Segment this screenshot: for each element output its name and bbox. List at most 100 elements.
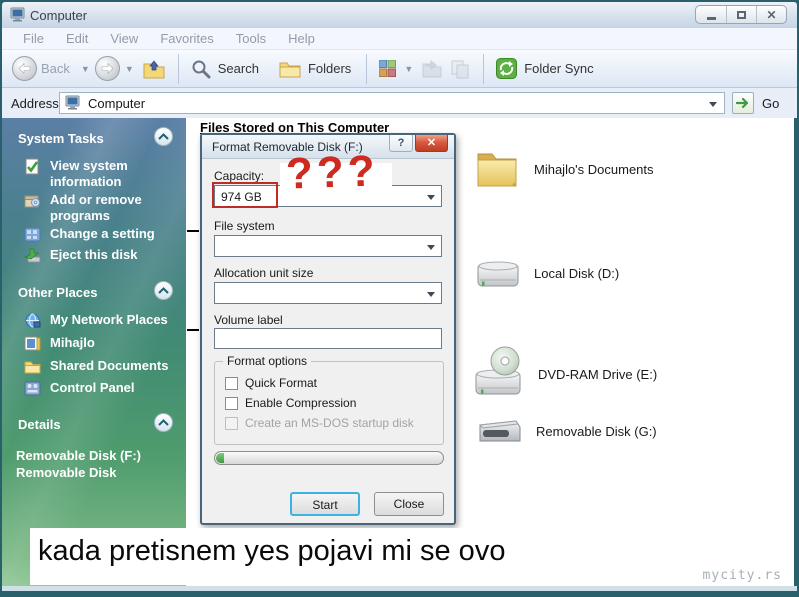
file-system-combobox[interactable]: [214, 235, 442, 257]
views-icon: [379, 60, 397, 77]
go-button[interactable]: [732, 92, 754, 114]
chevron-up-icon: [158, 287, 169, 294]
shared-documents-icon: [24, 361, 41, 374]
checkbox-unchecked[interactable]: [225, 376, 238, 390]
menu-view[interactable]: View: [99, 31, 149, 46]
close-button[interactable]: ✕: [756, 6, 786, 23]
back-dropdown-icon[interactable]: ▼: [81, 64, 90, 74]
start-button[interactable]: Start: [290, 492, 360, 516]
format-options-group: Format options Quick Format Enable Compr…: [214, 354, 444, 445]
minimize-icon: [706, 16, 716, 20]
menu-help[interactable]: Help: [277, 31, 326, 46]
sidebar-item-label: Change a setting: [50, 226, 155, 241]
capacity-label: Capacity:: [214, 169, 265, 183]
drive-item-local-disk-d[interactable]: Local Disk (D:): [476, 256, 619, 290]
volume-label-input[interactable]: [214, 328, 442, 349]
sidebar-item-label: My Network Places: [50, 312, 168, 327]
forward-button[interactable]: [94, 56, 120, 81]
folder-sync-button[interactable]: [496, 58, 518, 79]
views-dropdown-icon[interactable]: ▼: [404, 64, 413, 74]
address-value: Computer: [88, 95, 146, 111]
sidebar-item-add-remove-programs[interactable]: Add or remove programs: [24, 192, 174, 224]
sidebar-item-label: Control Panel: [50, 380, 135, 395]
close-dialog-button[interactable]: Close: [374, 492, 444, 516]
address-dropdown-icon[interactable]: [709, 102, 717, 107]
sidebar-item-shared-documents[interactable]: Shared Documents: [24, 358, 182, 375]
eject-disk-icon: [24, 248, 41, 263]
search-button[interactable]: [191, 59, 211, 79]
sidebar-item-change-a-setting[interactable]: Change a setting: [24, 226, 174, 243]
sidebar-item-label: View system information: [50, 158, 128, 189]
system-tasks-header: System Tasks: [18, 131, 104, 146]
quick-format-option[interactable]: Quick Format: [225, 376, 317, 390]
forward-dropdown-icon[interactable]: ▼: [125, 64, 134, 74]
minimize-button[interactable]: [696, 6, 726, 23]
dvd-drive-icon: [475, 346, 521, 395]
menu-tools[interactable]: Tools: [225, 31, 277, 46]
drive-item-mihajlos-documents[interactable]: Mihajlo's Documents: [474, 148, 654, 190]
drive-label: Mihajlo's Documents: [534, 161, 654, 177]
hard-disk-icon: [477, 261, 519, 287]
back-label: Back: [41, 61, 70, 76]
folder-sync-icon: [496, 58, 518, 79]
enable-compression-option[interactable]: Enable Compression: [225, 396, 356, 410]
up-button[interactable]: [142, 58, 166, 80]
user-folder-icon: [24, 336, 41, 351]
sidebar-item-view-system-information[interactable]: View system information: [24, 158, 174, 190]
toolbar: Back ▼ ▼ Search Folders ▼ Folder Sync: [2, 50, 797, 88]
drive-item-removable-g[interactable]: Removable Disk (G:): [474, 415, 657, 447]
details-drive-type: Removable Disk: [16, 465, 117, 480]
menu-file[interactable]: File: [12, 31, 55, 46]
msdos-startup-option: Create an MS-DOS startup disk: [225, 416, 414, 430]
format-progress-bar: [214, 451, 444, 465]
drive-item-dvd-ram-e[interactable]: DVD-RAM Drive (E:): [474, 346, 657, 402]
question-marks-annotation: ???: [285, 146, 380, 199]
maximize-button[interactable]: [726, 6, 756, 23]
title-bar[interactable]: Computer ✕: [2, 2, 797, 28]
search-icon: [192, 60, 211, 78]
other-places-collapse-button[interactable]: [154, 281, 173, 300]
forward-arrow-icon: [101, 63, 114, 74]
dropdown-icon[interactable]: [427, 195, 435, 200]
window-bottom-edge: [2, 586, 797, 591]
sidebar-item-control-panel[interactable]: Control Panel: [24, 380, 182, 397]
watermark: mycity.rs: [702, 568, 782, 583]
dropdown-icon[interactable]: [427, 292, 435, 297]
other-places-header: Other Places: [18, 285, 98, 300]
close-icon: ✕: [426, 137, 437, 149]
folder-sync-label[interactable]: Folder Sync: [524, 61, 593, 76]
sidebar-item-eject-this-disk[interactable]: Eject this disk: [24, 247, 174, 264]
details-collapse-button[interactable]: [154, 413, 173, 432]
folders-label[interactable]: Folders: [308, 61, 351, 76]
drive-label: Local Disk (D:): [534, 265, 620, 281]
file-system-label: File system: [214, 219, 275, 233]
views-button[interactable]: [379, 60, 397, 77]
removable-disk-icon: [478, 420, 521, 442]
maximize-icon: [737, 10, 746, 19]
allocation-combobox[interactable]: [214, 282, 442, 304]
dialog-close-button[interactable]: ✕: [415, 135, 448, 152]
dropdown-icon[interactable]: [427, 245, 435, 250]
toolbar-separator: [177, 53, 179, 84]
checkbox-unchecked[interactable]: [225, 396, 238, 410]
sidebar-item-mihajlo[interactable]: Mihajlo: [24, 335, 182, 352]
section-header-fragment: [187, 230, 199, 232]
address-input[interactable]: Computer: [59, 92, 725, 114]
dialog-help-button[interactable]: ?: [389, 135, 413, 152]
checkbox-disabled: [225, 416, 238, 430]
address-label: Address: [11, 96, 59, 111]
allocation-label: Allocation unit size: [214, 266, 314, 280]
sidebar-item-label: Mihajlo: [50, 335, 95, 350]
search-label[interactable]: Search: [218, 61, 259, 76]
back-button[interactable]: [12, 56, 37, 81]
menu-edit[interactable]: Edit: [55, 31, 99, 46]
menu-favorites[interactable]: Favorites: [149, 31, 224, 46]
sidebar-item-label: Shared Documents: [50, 358, 169, 373]
control-panel-icon: [24, 381, 41, 396]
menu-bar: File Edit View Favorites Tools Help: [2, 28, 797, 50]
sidebar-item-my-network-places[interactable]: My Network Places: [24, 312, 182, 329]
system-tasks-collapse-button[interactable]: [154, 127, 173, 146]
go-label[interactable]: Go: [762, 96, 779, 111]
toolbar-separator: [366, 53, 368, 84]
folders-button[interactable]: [279, 60, 301, 78]
